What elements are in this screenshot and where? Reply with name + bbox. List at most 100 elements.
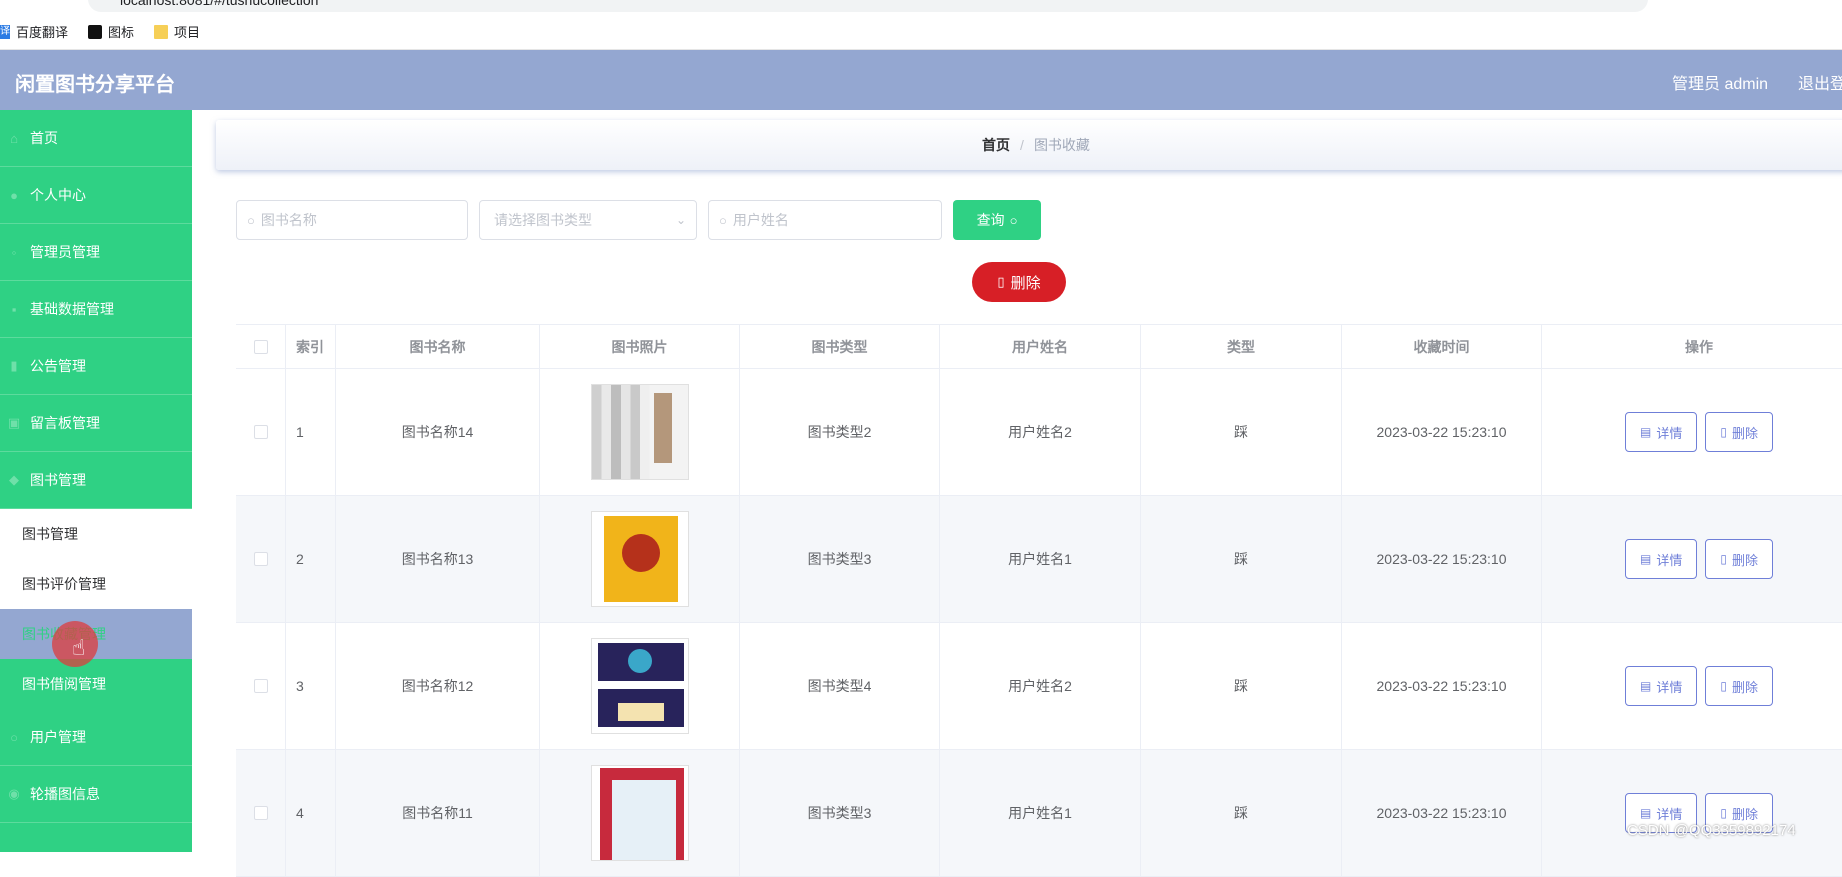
row-select-cell	[236, 750, 286, 876]
chart-icon: ▮	[10, 358, 18, 373]
book-name-input[interactable]	[260, 212, 421, 228]
document-icon: ▤	[1640, 552, 1652, 566]
logout-link[interactable]: 退出登	[1798, 70, 1842, 94]
home-icon: ⌂	[10, 130, 18, 146]
header-operations: 操作	[1685, 338, 1713, 355]
sidebar: ⌂ 首页 ● 个人中心 ◦ 管理员管理 ▪ 基础数据管理 ▮ 公告管理 ▣ 留言…	[0, 110, 192, 852]
header-book-type: 图书类型	[740, 325, 940, 368]
book-cover-image	[590, 765, 689, 861]
folder-icon	[154, 24, 169, 39]
table-row: 4 图书名称11 图书类型3 用户姓名1 踩 2023-03-22 15:23:…	[236, 750, 1842, 877]
row-collect-time: 2023-03-22 15:23:10	[1342, 623, 1542, 749]
row-kind: 踩	[1141, 369, 1342, 495]
bookmark-tubiao[interactable]: 图标	[88, 22, 134, 41]
select-all-cell	[236, 325, 286, 368]
delete-label: 删除	[1731, 806, 1758, 822]
row-collect-time: 2023-03-22 15:23:10	[1342, 750, 1542, 876]
user-icon: ●	[10, 187, 18, 203]
header-user-name: 用户姓名	[940, 325, 1141, 368]
search-icon: ○	[1009, 212, 1018, 228]
book-type-select[interactable]: 请选择图书类型 ⌄	[479, 200, 697, 240]
sidebar-item-admins[interactable]: ◦ 管理员管理	[0, 224, 192, 281]
detail-button[interactable]: ▤ 详情	[1625, 412, 1698, 452]
sidebar-item-label: 轮播图信息	[30, 786, 100, 802]
header-book-photo: 图书照片	[540, 325, 740, 368]
row-kind: 踩	[1141, 750, 1342, 876]
sidebar-item-notices[interactable]: ▮ 公告管理	[0, 338, 192, 395]
sidebar-item-base-data[interactable]: ▪ 基础数据管理	[0, 281, 192, 338]
row-kind: 踩	[1141, 496, 1342, 622]
search-icon: ○	[247, 212, 255, 228]
users-icon: ○	[10, 729, 18, 745]
row-checkbox[interactable]	[253, 425, 268, 439]
row-book-type: 图书类型3	[740, 750, 940, 876]
sidebar-item-profile[interactable]: ● 个人中心	[0, 167, 192, 224]
book-cover-image	[590, 511, 689, 607]
image-icon: ◉	[8, 786, 20, 801]
table-row: 3 图书名称12 图书类型4 用户姓名2 踩 2023-03-22 15:23:…	[236, 623, 1842, 750]
sidebar-item-home[interactable]: ⌂ 首页	[0, 110, 192, 167]
detail-button[interactable]: ▤ 详情	[1625, 666, 1698, 706]
delete-button[interactable]: ▯ 删除	[1705, 539, 1773, 579]
trash-icon: ▯	[1720, 679, 1727, 693]
bookmark-baidu-translate[interactable]: 译 百度翻译	[0, 22, 68, 41]
bookmark-label: 图标	[108, 25, 135, 40]
sidebar-item-label: 图书管理	[30, 472, 86, 488]
trash-icon: ▯	[997, 274, 1005, 289]
query-button-label: 查询	[976, 212, 1005, 228]
delete-label: 删除	[1731, 552, 1758, 568]
sidebar-item-label: 公告管理	[30, 358, 86, 374]
sidebar-item-books[interactable]: ◆ 图书管理	[0, 452, 192, 509]
delete-button[interactable]: ▯ 删除	[1705, 412, 1773, 452]
submenu-item-book-collection[interactable]: 图书收藏管理 ☝	[0, 609, 192, 667]
detail-label: 详情	[1656, 552, 1683, 568]
row-checkbox[interactable]	[253, 679, 268, 693]
address-bar[interactable]	[88, 0, 1648, 12]
sidebar-item-users[interactable]: ○ 用户管理	[0, 709, 192, 766]
breadcrumb-home[interactable]: 首页	[982, 135, 1010, 155]
app-header: 闲置图书分享平台 管理员 admin 退出登	[0, 50, 1842, 110]
row-user-name: 用户姓名2	[940, 369, 1141, 495]
user-name-field[interactable]: ○	[708, 200, 942, 240]
row-book-type: 图书类型2	[740, 369, 940, 495]
sidebar-item-label: 首页	[30, 130, 58, 146]
sidebar-item-messages[interactable]: ▣ 留言板管理	[0, 395, 192, 452]
book-cover-image	[590, 384, 689, 480]
submenu-item-book-review[interactable]: 图书评价管理	[0, 559, 192, 609]
baidu-translate-icon: 译	[0, 24, 10, 39]
search-icon: ○	[719, 212, 727, 228]
data-icon: ▪	[11, 301, 17, 317]
row-select-cell	[236, 623, 286, 749]
bookmarks-bar: 译 百度翻译 图标 项目	[0, 14, 1842, 50]
row-user-name: 用户姓名1	[940, 496, 1141, 622]
row-book-type: 图书类型4	[740, 623, 940, 749]
delete-button[interactable]: ▯ 删除	[1705, 666, 1773, 706]
header-collect-time: 收藏时间	[1342, 325, 1542, 368]
detail-button[interactable]: ▤ 详情	[1625, 539, 1698, 579]
document-icon: ▤	[1640, 425, 1652, 439]
admin-user-label: 管理员 admin	[1672, 76, 1769, 93]
bookmark-label: 百度翻译	[16, 25, 69, 40]
bookmark-project[interactable]: 项目	[154, 22, 200, 41]
table-header-row: 索引 图书名称 图书照片 图书类型 用户姓名 类型 收藏时间 操作	[236, 325, 1842, 369]
user-name-input[interactable]	[732, 212, 893, 228]
csdn-watermark: CSDN @QQ3359892174	[1627, 822, 1796, 839]
submenu-item-book-manage[interactable]: 图书管理	[0, 509, 192, 559]
submenu-item-book-borrow[interactable]: 图书借阅管理	[0, 659, 192, 709]
row-index: 4	[286, 750, 336, 876]
book-type-placeholder: 请选择图书类型	[494, 212, 592, 228]
book-name-field[interactable]: ○	[236, 200, 468, 240]
row-operations: ▤ 详情 ▯ 删除	[1542, 369, 1842, 495]
address-bar-url[interactable]: localhost:8081/#/tushucollection	[120, 0, 318, 8]
row-book-photo-cell	[540, 623, 740, 749]
select-all-checkbox[interactable]	[253, 339, 268, 354]
row-checkbox[interactable]	[253, 806, 268, 820]
detail-label: 详情	[1656, 806, 1683, 822]
sidebar-item-carousel[interactable]: ◉ 轮播图信息	[0, 766, 192, 823]
message-icon: ▣	[7, 415, 21, 430]
row-collect-time: 2023-03-22 15:23:10	[1342, 496, 1542, 622]
row-checkbox[interactable]	[253, 552, 268, 566]
query-button[interactable]: 查询 ○	[953, 200, 1041, 240]
search-bar: ○ 请选择图书类型 ⌄ ○ 查询 ○	[236, 200, 1041, 240]
batch-delete-button[interactable]: ▯ 删除	[972, 262, 1066, 302]
